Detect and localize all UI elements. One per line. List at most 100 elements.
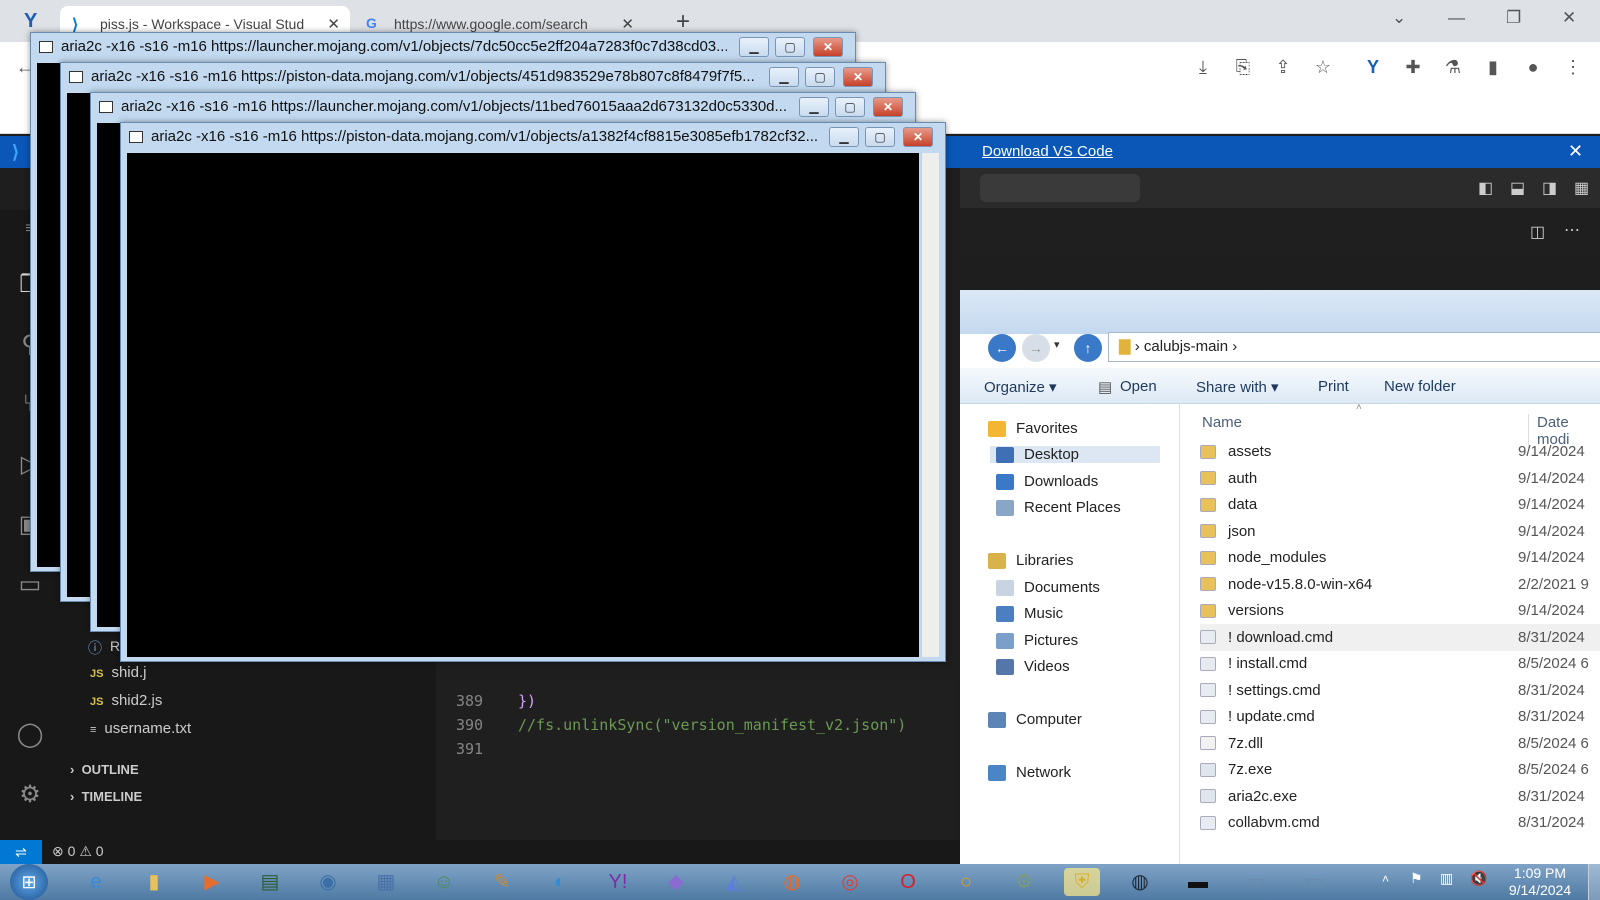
settings-gear-icon[interactable]: ⚙ <box>14 780 46 812</box>
nav-item-recent-places[interactable]: Recent Places <box>996 499 1121 516</box>
save-page-icon[interactable]: ⎘ <box>1232 56 1254 78</box>
nav-item-downloads[interactable]: Downloads <box>996 473 1098 490</box>
close-icon[interactable]: ✕ <box>843 67 873 87</box>
yahoo-messenger-icon[interactable]: Y! <box>600 868 636 896</box>
window-app-icon[interactable]: ▭ <box>1296 868 1332 896</box>
split-editor-icon[interactable]: ◫ <box>1530 222 1545 242</box>
command-center[interactable] <box>980 174 1140 202</box>
file-row[interactable]: assets 9/14/2024 <box>1200 438 1600 465</box>
file-shid-js[interactable]: JS shid.j <box>90 664 147 681</box>
up-arrow-icon[interactable]: ↑ <box>1074 334 1102 362</box>
toggle-panel-icon[interactable]: ⬓ <box>1510 178 1525 198</box>
file-row[interactable]: versions 9/14/2024 <box>1200 597 1600 624</box>
close-icon[interactable]: ✕ <box>813 37 843 57</box>
file-row[interactable]: 7z.exe 8/5/2024 6 <box>1200 756 1600 783</box>
visual-studio-icon[interactable]: ◆ <box>658 868 694 896</box>
bookmark-star-icon[interactable]: ☆ <box>1312 56 1334 78</box>
tab-search-icon[interactable]: ⌄ <box>1392 8 1406 28</box>
window-app-icon[interactable]: ▭ <box>1238 868 1274 896</box>
close-icon[interactable]: ✕ <box>903 127 933 147</box>
cmd-icon[interactable]: ▬ <box>1180 868 1216 896</box>
maximize-icon[interactable]: ▢ <box>805 67 835 87</box>
console-output[interactable] <box>127 153 919 657</box>
globe-app-icon[interactable]: ◉ <box>310 868 346 896</box>
share-with-button[interactable]: Share with ▾ <box>1196 378 1279 396</box>
download-vscode-link[interactable]: Download VS Code <box>982 143 1113 160</box>
extension-y-icon[interactable]: Y <box>1362 56 1384 78</box>
customize-layout-icon[interactable]: ▦ <box>1574 178 1589 198</box>
file-username-txt[interactable]: ≡ username.txt <box>90 720 191 737</box>
maximize-icon[interactable]: ▢ <box>835 97 865 117</box>
ie-icon[interactable]: e <box>78 868 114 896</box>
console-window-4[interactable]: aria2c -x16 -s16 -m16 https://piston-dat… <box>120 122 946 662</box>
vertical-scrollbar[interactable] <box>921 153 939 657</box>
show-hidden-icons[interactable]: ˄ <box>1382 872 1389 886</box>
problems-indicator[interactable]: ⊗ 0 ⚠ 0 <box>52 843 104 860</box>
minimize-icon[interactable]: ▁ <box>739 37 769 57</box>
file-row[interactable]: ! settings.cmd 8/31/2024 <box>1200 677 1600 704</box>
maximize-icon[interactable]: ▢ <box>865 127 895 147</box>
extensions-puzzle-icon[interactable]: ✚ <box>1402 56 1424 78</box>
column-name[interactable]: Name <box>1202 414 1242 431</box>
cloud-app-icon[interactable]: ◭ <box>716 868 752 896</box>
network-tool-icon[interactable]: ⚙ <box>1006 868 1042 896</box>
toggle-sidebar-icon[interactable]: ◧ <box>1478 178 1493 198</box>
file-row[interactable]: node_modules 9/14/2024 <box>1200 544 1600 571</box>
file-row[interactable]: json 9/14/2024 <box>1200 518 1600 545</box>
system-clock[interactable]: 1:09 PM 9/14/2024 <box>1500 864 1580 900</box>
opera-icon[interactable]: O <box>890 868 926 896</box>
tray-network-icon[interactable]: ▥ <box>1440 870 1453 887</box>
back-arrow-icon[interactable]: ← <box>988 334 1016 362</box>
restore-icon[interactable]: ❐ <box>1506 8 1521 28</box>
close-tab-icon[interactable]: ✕ <box>327 15 340 33</box>
accounts-icon[interactable]: ◯ <box>14 720 46 752</box>
print-button[interactable]: Print <box>1318 378 1349 395</box>
maximize-icon[interactable]: ▢ <box>775 37 805 57</box>
close-window-icon[interactable]: ✕ <box>1562 8 1576 28</box>
file-explorer-icon[interactable]: ▮ <box>136 868 172 896</box>
file-row[interactable]: ! download.cmd 8/31/2024 <box>1200 623 1600 651</box>
chrome-icon[interactable]: ◎ <box>832 868 868 896</box>
share-icon[interactable]: ⇪ <box>1272 56 1294 78</box>
nav-item-libraries[interactable]: Libraries <box>988 552 1074 569</box>
terminal-app-icon[interactable]: ▤ <box>252 868 288 896</box>
organize-button[interactable]: Organize ▾ <box>984 378 1057 396</box>
firefox-icon[interactable]: ◍ <box>774 868 810 896</box>
file-row[interactable]: ! install.cmd 8/5/2024 6 <box>1200 650 1600 677</box>
forward-arrow-icon[interactable]: → <box>1022 334 1050 362</box>
show-desktop-button[interactable] <box>1588 864 1600 900</box>
nav-item-pictures[interactable]: Pictures <box>996 632 1078 649</box>
nav-item-documents[interactable]: Documents <box>996 579 1100 596</box>
close-banner-icon[interactable]: ✕ <box>1568 141 1583 162</box>
file-row[interactable]: ! update.cmd 8/31/2024 <box>1200 703 1600 730</box>
open-button[interactable]: Open <box>1120 378 1157 395</box>
nav-item-computer[interactable]: Computer <box>988 711 1082 728</box>
file-row[interactable]: data 9/14/2024 <box>1200 491 1600 518</box>
minimize-icon[interactable]: ▁ <box>829 127 859 147</box>
remote-explorer-icon[interactable]: ▭ <box>14 570 46 602</box>
toggle-secondary-sidebar-icon[interactable]: ◨ <box>1542 178 1557 198</box>
remote-indicator-icon[interactable]: ⇌ <box>0 840 42 864</box>
file-row[interactable]: node-v15.8.0-win-x64 2/2/2021 9 <box>1200 571 1600 598</box>
security-shield-icon[interactable]: ⛨ <box>1064 868 1100 896</box>
menu-kebab-icon[interactable]: ⋮ <box>1562 56 1584 78</box>
minimize-icon[interactable]: ▁ <box>769 67 799 87</box>
file-row[interactable]: auth 9/14/2024 <box>1200 465 1600 492</box>
install-app-icon[interactable]: ⤓ <box>1192 56 1214 78</box>
minimize-icon[interactable]: — <box>1448 8 1465 28</box>
browser-logo-icon[interactable]: Y <box>24 10 37 33</box>
nav-item-favorites[interactable]: Favorites <box>988 420 1078 437</box>
steam-icon[interactable]: ◍ <box>1122 868 1158 896</box>
file-row[interactable]: aria2c.exe 8/31/2024 <box>1200 783 1600 810</box>
nav-item-network[interactable]: Network <box>988 764 1071 781</box>
people-app-icon[interactable]: ☺ <box>426 868 462 896</box>
profile-avatar-icon[interactable]: ● <box>1522 56 1544 78</box>
new-folder-button[interactable]: New folder <box>1384 378 1456 395</box>
timeline-section[interactable]: › TIMELINE <box>70 789 142 804</box>
file-shid2-js[interactable]: JS shid2.js <box>90 692 162 709</box>
address-bar[interactable]: ▇ › calubjs-main › <box>1108 332 1600 362</box>
edge-icon[interactable]: ◐ <box>542 868 578 896</box>
start-button[interactable]: ⊞ <box>10 864 48 900</box>
recent-locations-icon[interactable]: ▾ <box>1054 338 1060 351</box>
nav-item-desktop[interactable]: Desktop <box>990 446 1160 463</box>
